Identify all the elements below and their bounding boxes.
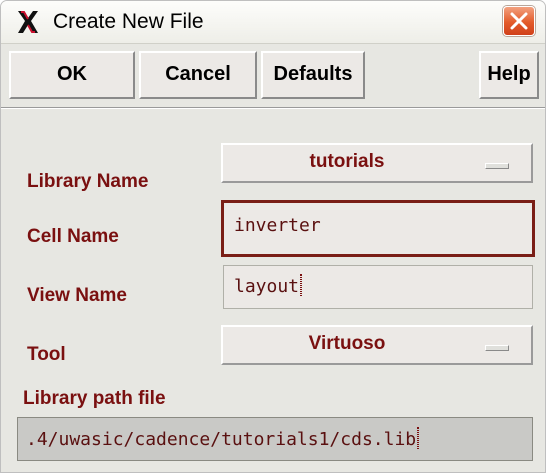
cell-name-value: inverter [234,215,321,236]
library-name-label: Library Name [27,171,149,192]
tool-label: Tool [27,344,66,365]
view-name-value: layout [234,276,300,297]
window-title: Create New File [53,10,204,33]
view-name-label: View Name [27,285,127,306]
library-name-select[interactable]: tutorials [221,143,533,183]
ok-button[interactable]: OK [9,51,135,99]
cyclic-field-indicator-icon [485,345,509,351]
library-path-file-value: .4/uwasic/cadence/tutorials1/cds.lib [26,429,417,450]
tool-select[interactable]: Virtuoso [221,325,533,365]
library-path-file-field[interactable]: .4/uwasic/cadence/tutorials1/cds.lib [17,417,533,461]
library-name-value: tutorials [309,151,385,172]
view-name-field[interactable]: layout [223,265,533,309]
defaults-button[interactable]: Defaults [261,51,365,99]
library-path-file-label: Library path file [23,388,166,409]
cyclic-field-indicator-icon [485,163,509,169]
divider [1,107,545,109]
cadence-x-icon [15,8,41,36]
button-row: OK Cancel Defaults Help [1,43,545,107]
close-icon [510,12,528,30]
cell-name-field[interactable]: inverter [221,200,535,257]
title-bar[interactable]: Create New File [1,1,545,44]
cell-name-label: Cell Name [27,226,119,247]
text-cursor [417,427,420,449]
tool-value: Virtuoso [308,333,386,354]
help-button[interactable]: Help [479,51,539,99]
text-cursor [300,274,303,296]
cancel-button[interactable]: Cancel [139,51,257,99]
create-new-file-dialog: Create New File OK Cancel Defaults Help … [0,0,546,473]
close-button[interactable] [503,6,535,36]
